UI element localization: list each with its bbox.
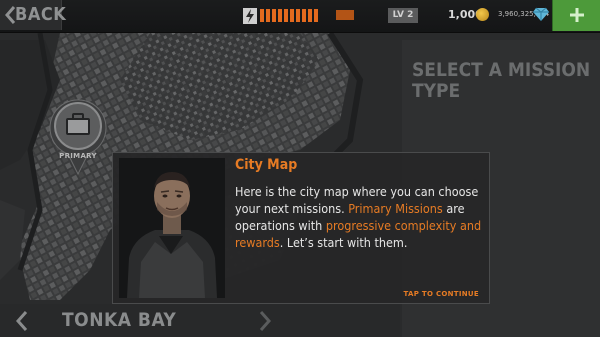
primary-mission-pin[interactable] (44, 92, 112, 178)
level-badge: LV 2 (388, 8, 418, 23)
energy-icon (243, 8, 257, 24)
character-portrait-image (119, 158, 225, 298)
district-name: TONKA BAY (62, 309, 177, 331)
chevron-right-icon[interactable] (257, 310, 273, 332)
chevron-left-icon[interactable] (14, 310, 30, 332)
tutorial-dialog[interactable]: City Map Here is the city map where you … (112, 152, 490, 304)
energy-segment (278, 9, 282, 22)
district-bar: TONKA BAY (0, 304, 400, 337)
energy-segment (290, 9, 294, 22)
energy-segment (296, 9, 300, 22)
energy-segment (302, 9, 306, 22)
plus-icon (570, 8, 584, 22)
add-currency-button[interactable] (552, 0, 600, 31)
dialog-title: City Map (235, 157, 298, 173)
back-label: BACK (15, 4, 67, 25)
character-portrait (119, 158, 225, 298)
energy-segment (266, 9, 270, 22)
energy-segment (308, 9, 312, 22)
dialog-body: Here is the city map where you can choos… (235, 183, 485, 251)
energy-segment (260, 9, 264, 22)
energy-segment (272, 9, 276, 22)
energy-segment (314, 9, 318, 22)
energy-bar (260, 9, 318, 22)
coin-icon (476, 8, 489, 21)
tap-to-continue[interactable]: TAP TO CONTINUE (403, 290, 479, 298)
gem-icon (533, 7, 549, 21)
energy-segment (284, 9, 288, 22)
dialog-text-part-3: . Let’s start with them. (279, 235, 408, 250)
top-bar: BACK LV 2 1,000 3,960,325,134 (0, 0, 600, 33)
dialog-highlight-primary-missions: Primary Missions (348, 201, 443, 216)
energy-refill-indicator (336, 10, 354, 20)
mission-type-title: SELECT A MISSION TYPE (412, 59, 591, 102)
primary-pin-label: PRIMARY (59, 152, 97, 160)
back-button[interactable]: BACK (0, 0, 66, 30)
